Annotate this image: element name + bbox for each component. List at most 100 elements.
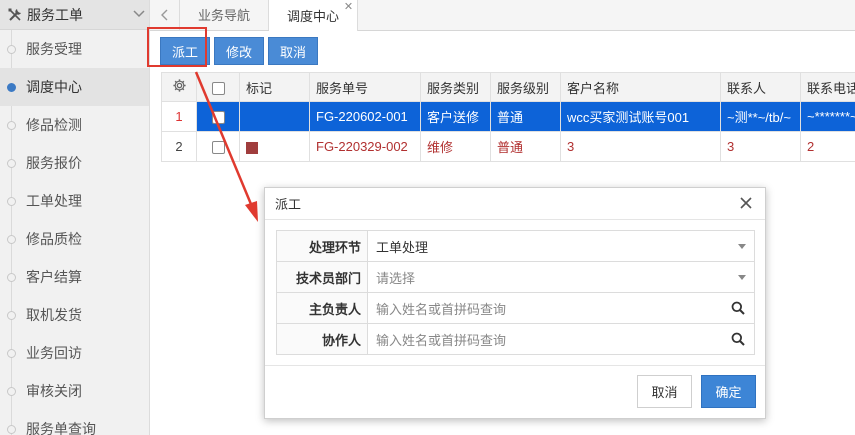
dialog-title: 派工 (275, 197, 302, 212)
confirm-button[interactable]: 确定 (701, 375, 756, 408)
sidebar-item[interactable]: 修品质检 (0, 220, 149, 258)
sidebar-item[interactable]: 客户结算 (0, 258, 149, 296)
chevron-down-icon[interactable] (133, 9, 149, 21)
sidebar-item[interactable]: 修品检测 (0, 106, 149, 144)
sidebar: 服务工单 服务受理调度中心修品检测服务报价工单处理修品质检客户结算取机发货业务回… (0, 0, 150, 435)
sidebar-item[interactable]: 业务回访 (0, 334, 149, 372)
timeline-dot-icon (7, 159, 16, 168)
sidebar-item[interactable]: 服务受理 (0, 30, 149, 68)
timeline-dot-icon (7, 197, 16, 206)
lead-person-input[interactable]: 输入姓名或首拼码查询 (368, 294, 754, 323)
dialog-footer: 取消 确定 (265, 365, 765, 420)
field-label: 处理环节 (276, 230, 368, 262)
table-row[interactable]: 1 FG-220602-001 客户送修 普通 wcc买家测试账号001 ~测*… (161, 101, 855, 132)
timeline-dot-icon (7, 121, 16, 130)
sidebar-item-label: 业务回访 (26, 345, 82, 361)
timeline-dot-icon (7, 349, 16, 358)
contact-phone: 2 (800, 131, 855, 162)
sidebar-item[interactable]: 审核关闭 (0, 372, 149, 410)
timeline-dot-icon (7, 235, 16, 244)
tab-prev-icon[interactable] (150, 0, 180, 30)
sidebar-item[interactable]: 取机发货 (0, 296, 149, 334)
sidebar-item-label: 调度中心 (26, 79, 82, 95)
timeline-dot-icon (7, 387, 16, 396)
service-level: 普通 (490, 101, 561, 132)
table-header-row: 标记 服务单号 服务类别 服务级别 客户名称 联系人 联系电话 (161, 72, 855, 102)
sidebar-item-label: 修品检测 (26, 117, 82, 133)
select-placeholder: 请选择 (376, 270, 416, 286)
sidebar-header[interactable]: 服务工单 (0, 0, 149, 30)
timeline-dot-icon (7, 273, 16, 282)
close-icon[interactable] (739, 196, 755, 212)
service-category: 维修 (420, 131, 491, 162)
column-header[interactable]: 联系人 (720, 72, 801, 102)
tab-dispatch-center[interactable]: 调度中心 ✕ (269, 0, 359, 31)
timeline-dot-icon (7, 83, 16, 92)
sidebar-item-label: 服务报价 (26, 155, 82, 171)
sidebar-item-label: 审核关闭 (26, 383, 82, 399)
sidebar-item-label: 服务单查询 (26, 421, 96, 435)
form-row: 主负责人 输入姓名或首拼码查询 (276, 292, 755, 324)
timeline-dot-icon (7, 311, 16, 320)
customer-name: 3 (560, 131, 721, 162)
dispatch-dialog: 派工 处理环节 工单处理 技术员部门 请选择 主负责人 输入姓名或首拼码查询 协… (264, 187, 766, 419)
column-header[interactable]: 标记 (239, 72, 310, 102)
row-mark (239, 131, 310, 162)
search-icon[interactable] (731, 301, 746, 316)
order-number[interactable]: FG-220329-002 (309, 131, 421, 162)
red-mark-icon (246, 141, 258, 154)
tab-label: 调度中心 (287, 8, 340, 24)
row-number: 1 (161, 101, 197, 132)
input-placeholder: 输入姓名或首拼码查询 (376, 301, 507, 317)
sidebar-item-label: 服务受理 (26, 41, 82, 57)
cancel-toolbar-button[interactable]: 取消 (268, 37, 319, 65)
process-stage-select[interactable]: 工单处理 (368, 232, 754, 261)
field-label: 主负责人 (276, 292, 368, 324)
search-icon[interactable] (731, 332, 746, 347)
contact-phone: ~*******~ (800, 101, 855, 132)
select-all-checkbox[interactable] (196, 72, 240, 102)
column-header[interactable]: 服务单号 (309, 72, 421, 102)
service-category: 客户送修 (420, 101, 491, 132)
technician-dept-select[interactable]: 请选择 (368, 263, 754, 292)
form-row: 处理环节 工单处理 (276, 230, 755, 262)
row-checkbox[interactable] (196, 131, 240, 162)
select-value: 工单处理 (376, 239, 429, 255)
dialog-header: 派工 (265, 188, 765, 220)
table-row[interactable]: 2 FG-220329-002 维修 普通 3 3 2 (161, 131, 855, 162)
column-header[interactable]: 客户名称 (560, 72, 721, 102)
field-label: 协作人 (276, 323, 368, 355)
column-header[interactable]: 联系电话 (800, 72, 855, 102)
service-level: 普通 (490, 131, 561, 162)
caret-down-icon (738, 243, 746, 249)
edit-button[interactable]: 修改 (214, 37, 265, 65)
sidebar-item[interactable]: 服务单查询 (0, 410, 149, 435)
sidebar-item[interactable]: 工单处理 (0, 182, 149, 220)
tab-business-nav[interactable]: 业务导航 (180, 0, 270, 30)
sidebar-item-label: 客户结算 (26, 269, 82, 285)
sidebar-menu: 服务受理调度中心修品检测服务报价工单处理修品质检客户结算取机发货业务回访审核关闭… (0, 30, 149, 435)
column-header[interactable]: 服务级别 (490, 72, 561, 102)
tab-bar: 业务导航 调度中心 ✕ (150, 0, 855, 31)
annotation-highlight-box (147, 27, 207, 67)
order-number[interactable]: FG-220602-001 (309, 101, 421, 132)
cancel-button[interactable]: 取消 (637, 375, 692, 408)
input-placeholder: 输入姓名或首拼码查询 (376, 332, 507, 348)
form-row: 协作人 输入姓名或首拼码查询 (276, 323, 755, 355)
dispatch-form: 处理环节 工单处理 技术员部门 请选择 主负责人 输入姓名或首拼码查询 协作人 (276, 230, 755, 355)
sidebar-item[interactable]: 服务报价 (0, 144, 149, 182)
form-row: 技术员部门 请选择 (276, 261, 755, 293)
caret-down-icon (738, 274, 746, 280)
row-checkbox[interactable] (196, 101, 240, 132)
sidebar-item-label: 修品质检 (26, 231, 82, 247)
column-settings-icon[interactable] (161, 72, 197, 102)
sidebar-item[interactable]: 调度中心 (0, 68, 149, 106)
collaborator-input[interactable]: 输入姓名或首拼码查询 (368, 325, 754, 354)
contact-person: ~测**~/tb/~ (720, 101, 801, 132)
close-icon[interactable]: ✕ (344, 0, 353, 13)
sidebar-title: 服务工单 (27, 6, 83, 23)
column-header[interactable]: 服务类别 (420, 72, 491, 102)
sidebar-item-label: 取机发货 (26, 307, 82, 323)
timeline-dot-icon (7, 45, 16, 54)
customer-name: wcc买家测试账号001 (560, 101, 721, 132)
